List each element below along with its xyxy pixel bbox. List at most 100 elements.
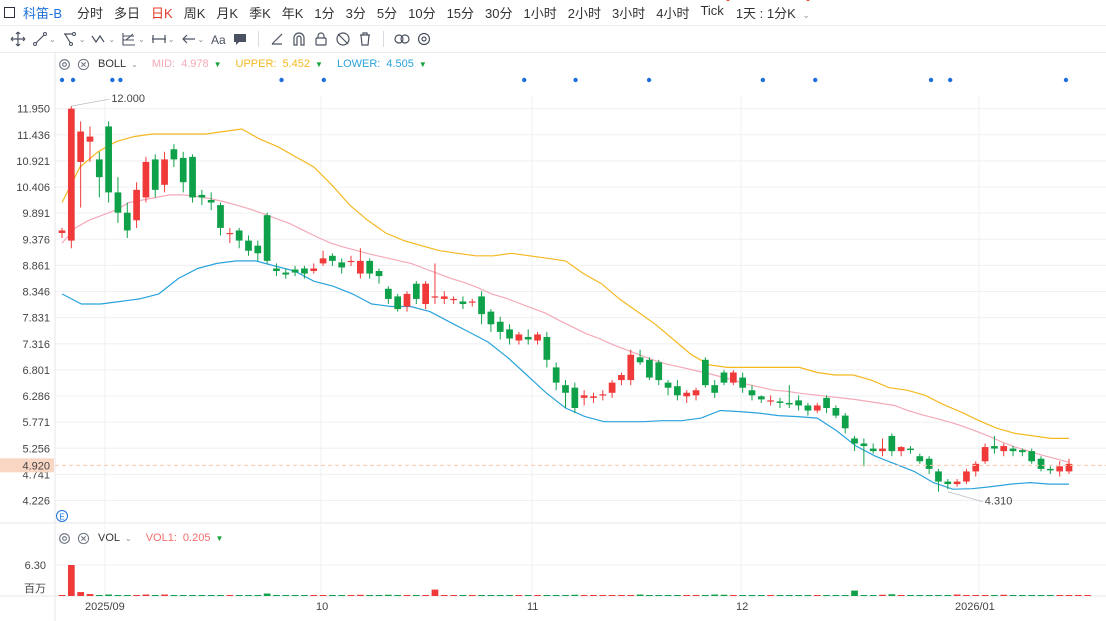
period-tab-10[interactable]: 10分 (408, 3, 435, 22)
period-tabs: 分时 多日 日K 周K 月K 季K 年K 1分 3分 5分 10分 15分 30分 1小时 2小时 3小时 4小… (66, 0, 730, 22)
close-icon[interactable] (77, 532, 90, 545)
event-marker-dot[interactable] (928, 77, 934, 83)
candle-body (403, 293, 411, 307)
toolbar-tool-fibonacci[interactable]: ⌄ (121, 27, 145, 51)
period-tab-5[interactable]: 季K (249, 3, 271, 22)
toolbar-tool-measure-range[interactable]: ⌄ (151, 27, 175, 51)
period-tab-11[interactable]: 15分 (447, 3, 474, 22)
candle-body (366, 260, 374, 274)
period-tab-0[interactable]: 分时 (77, 3, 103, 22)
boll-lower-line (61, 260, 1069, 490)
toolbar-tool-angle[interactable] (269, 27, 285, 51)
stock-symbol[interactable]: 科笛-B (23, 3, 62, 22)
volume-bar (636, 594, 644, 596)
toolbar-tool-settings[interactable] (416, 27, 432, 51)
toolbar-tool-text-tool[interactable]: Aa (210, 27, 226, 51)
event-marker-dot[interactable] (70, 77, 76, 83)
settings-icon[interactable] (58, 532, 71, 545)
candle-body (804, 405, 812, 411)
event-marker-dot[interactable] (1063, 77, 1069, 83)
candle-body (161, 159, 168, 185)
event-marker-dot[interactable] (813, 77, 818, 83)
period-tab-1[interactable]: 多日 (114, 3, 140, 22)
toolbar-tool-trash[interactable] (357, 27, 373, 51)
boll-indicator-name[interactable]: BOLL (98, 58, 126, 70)
toolbar-tool-hide[interactable] (335, 27, 351, 51)
toolbar-tool-polyline-tool[interactable]: ⌄ (62, 27, 85, 51)
event-marker-dot[interactable] (760, 77, 766, 83)
period-tab-12[interactable]: 30分 (485, 3, 512, 22)
event-marker-dot[interactable] (118, 77, 123, 83)
toolbar-tool-arrow-left[interactable]: ⌄ (181, 27, 204, 51)
toolbar-tool-line-tool[interactable]: ⌄ (32, 27, 56, 51)
period-tab-7[interactable]: 1分 (314, 3, 334, 22)
volume-bar (226, 595, 234, 596)
period-tab-2[interactable]: 日K (151, 3, 173, 22)
candle-body (226, 232, 234, 235)
volume-bar (179, 595, 187, 596)
event-e-icon[interactable] (56, 510, 68, 522)
period-tab-14[interactable]: 2小时 (568, 3, 601, 22)
event-marker-dot[interactable] (573, 77, 578, 83)
period-tab-16[interactable]: 4小时 (656, 3, 689, 22)
event-marker-dot[interactable] (947, 77, 953, 83)
toolbar-tool-comment[interactable] (232, 27, 248, 51)
price-tick-label: 9.891 (22, 208, 50, 220)
volume-bar (674, 595, 681, 596)
candle-body (767, 400, 774, 402)
candle-body (580, 395, 588, 398)
toolbar-tool-link[interactable] (394, 27, 410, 51)
volume-bar (347, 595, 355, 596)
event-marker-dot[interactable] (59, 77, 65, 83)
price-tick-label: 7.316 (22, 339, 50, 351)
candle-body (1046, 468, 1054, 471)
link-icon (394, 34, 410, 44)
volume-bar (496, 595, 504, 596)
chevron-down-icon[interactable]: ⌄ (131, 60, 138, 69)
vol-legend: VOL ⌄ VOL1: 0.205 ▼ (0, 528, 223, 548)
event-marker-dot[interactable] (522, 77, 527, 83)
candle-body (375, 271, 383, 277)
toolbar-tool-crosshair-move[interactable] (10, 27, 26, 51)
annotations: 12.000 4.310 E (56, 93, 1012, 522)
period-tab-9[interactable]: 5分 (377, 3, 397, 22)
candle-body (235, 230, 243, 241)
toolbar-tool-magnet[interactable] (291, 27, 307, 51)
candle-body (636, 357, 644, 363)
timeframe-selector[interactable]: 1天 : 1分K ⌄ (736, 0, 810, 22)
boll-mid-label: MID: (151, 58, 176, 70)
volume-bar (1056, 595, 1064, 596)
volume-bar (627, 595, 635, 596)
period-tab-3[interactable]: 周K (184, 3, 206, 22)
period-tab-15[interactable]: 3小时 (612, 3, 645, 22)
volume-bars: 6.30 百万 (24, 560, 1106, 596)
period-tab-4[interactable]: 月K (216, 3, 238, 22)
sidebar-toggle-icon[interactable] (4, 6, 15, 18)
close-icon[interactable] (77, 58, 90, 71)
candle-body (1028, 451, 1036, 462)
vol-indicator-name[interactable]: VOL (98, 532, 120, 544)
boll-mid-line (61, 194, 1070, 463)
dropdown-triangle-icon[interactable]: ▼ (214, 60, 222, 69)
dropdown-triangle-icon[interactable]: ▼ (419, 60, 427, 69)
event-marker-dot[interactable] (646, 77, 652, 83)
event-marker-dot[interactable] (321, 77, 327, 83)
period-tab-13[interactable]: 1小时 (524, 3, 557, 22)
price-tick-label: 7.831 (22, 313, 50, 325)
period-tab-8[interactable]: 3分 (346, 3, 366, 22)
boll-legend: BOLL ⌄ MID: 4.978 ▼ UPPER: 5.452 ▼ LOWER… (0, 54, 427, 74)
event-marker-dot[interactable] (110, 77, 115, 83)
toolbar-tool-wave-pattern[interactable]: ⌄ (91, 27, 115, 51)
period-tab-17[interactable]: Tick (700, 0, 730, 22)
event-marker-dot[interactable] (279, 77, 284, 83)
candle-body (245, 240, 252, 251)
settings-icon[interactable] (58, 58, 71, 71)
dropdown-triangle-icon[interactable]: ▼ (215, 534, 223, 543)
volume-bar (599, 595, 607, 596)
volume-bar (562, 595, 569, 596)
period-tab-6[interactable]: 年K (282, 3, 304, 22)
dropdown-triangle-icon[interactable]: ▼ (315, 60, 323, 69)
toolbar-tool-lock[interactable] (313, 27, 329, 51)
price-tick-label: 6.286 (22, 391, 50, 403)
chevron-down-icon[interactable]: ⌄ (125, 534, 132, 543)
